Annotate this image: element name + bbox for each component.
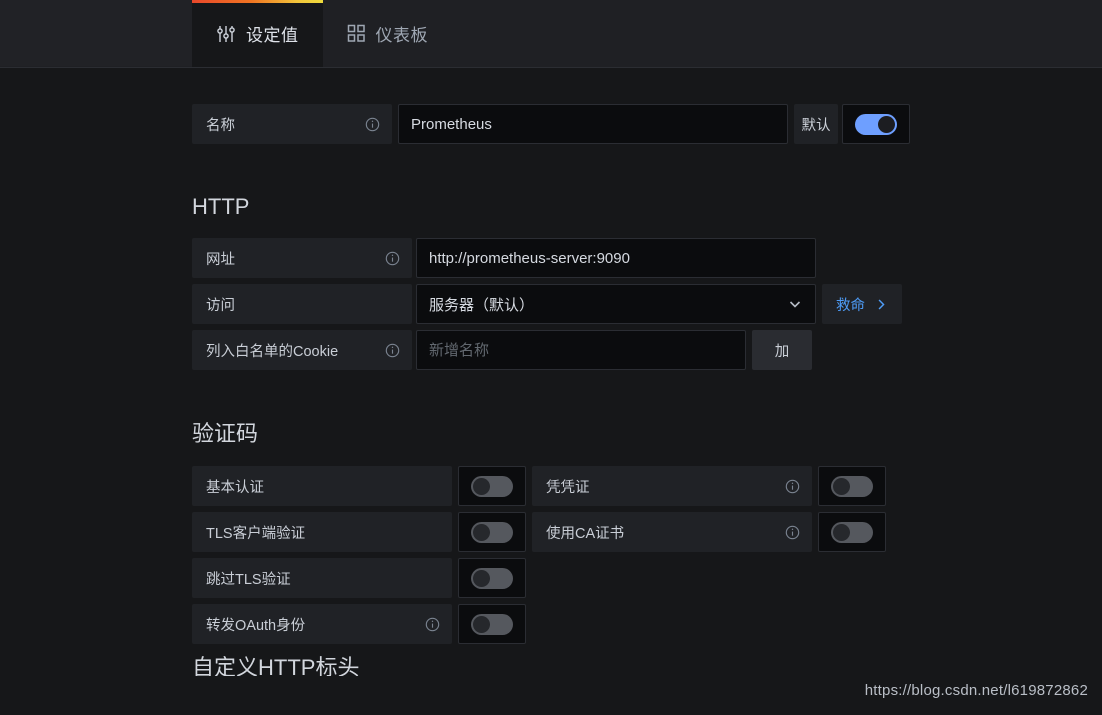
toggle-track [471,613,513,635]
access-help-link[interactable]: 救命 [822,284,902,324]
toggle-knob [473,523,490,541]
credentials-label-text: 凭凭证 [546,479,590,496]
toggle-track [855,113,897,135]
forward-oauth-label-text: 转发OAuth身份 [206,617,306,634]
name-label: 名称 [192,104,392,144]
access-label-text: 访问 [206,297,235,314]
skip-tls-verify-label-text: 跳过TLS验证 [206,571,291,588]
access-select-value: 服务器（默认） [429,296,535,314]
default-toggle[interactable] [842,104,910,144]
url-label: 网址 [192,238,412,278]
info-icon[interactable] [425,617,440,632]
with-ca-cert-toggle[interactable] [818,512,886,552]
access-row: 访问 服务器（默认） 救命 [192,284,1102,324]
toggle-track [471,521,513,543]
skip-tls-verify-label: 跳过TLS验证 [192,558,452,598]
tab-dashboards[interactable]: 仪表板 [323,0,453,67]
default-button[interactable]: 默认 [794,104,838,144]
toggle-knob [833,477,850,495]
toggle-track [831,521,873,543]
toggle-track [471,567,513,589]
tab-settings-label: 设定值 [246,26,299,45]
toggle-knob [473,615,490,633]
name-label-text: 名称 [206,117,235,134]
with-ca-cert-label: 使用CA证书 [532,512,812,552]
toggle-knob [473,569,490,587]
url-label-text: 网址 [206,251,235,268]
tls-client-auth-toggle[interactable] [458,512,526,552]
add-cookie-button[interactable]: 加 [752,330,812,370]
url-row: 网址 [192,238,1102,278]
cookie-label: 列入白名单的Cookie [192,330,412,370]
credentials-label: 凭凭证 [532,466,812,506]
info-icon[interactable] [385,343,400,358]
cookie-row: 列入白名单的Cookie 加 [192,330,1102,370]
toggle-knob [878,115,895,133]
basic-auth-toggle[interactable] [458,466,526,506]
access-label: 访问 [192,284,412,324]
tab-dashboards-label: 仪表板 [375,26,428,45]
auth-row: 跳过TLS验证 [192,558,1102,598]
info-icon[interactable] [365,117,380,132]
settings-page: 名称 默认 HTTP 网址 访 [0,68,1102,676]
toggle-track [831,475,873,497]
info-icon[interactable] [785,479,800,494]
forward-oauth-label: 转发OAuth身份 [192,604,452,644]
info-icon[interactable] [785,525,800,540]
skip-tls-verify-toggle[interactable] [458,558,526,598]
http-section-title: HTTP [192,194,250,219]
tls-client-auth-label: TLS客户端验证 [192,512,452,552]
grid-icon [347,24,366,43]
custom-headers-title: 自定义HTTP标头 [192,655,360,676]
cookie-label-text: 列入白名单的Cookie [206,343,339,360]
name-input[interactable] [398,104,788,144]
auth-section-title: 验证码 [192,421,259,446]
tab-bar: 设定值 仪表板 [0,0,1102,68]
watermark: https://blog.csdn.net/l619872862 [864,682,1088,699]
auth-row: 基本认证 凭凭证 [192,466,1102,506]
custom-headers-section: 自定义HTTP标头 [192,650,1102,676]
info-icon[interactable] [385,251,400,266]
access-select[interactable]: 服务器（默认） [416,284,816,324]
auth-row: 转发OAuth身份 [192,604,1102,644]
cookie-input[interactable] [416,330,746,370]
toggle-track [471,475,513,497]
chevron-right-icon [875,298,888,311]
chevron-down-icon [787,296,803,312]
forward-oauth-toggle[interactable] [458,604,526,644]
credentials-toggle[interactable] [818,466,886,506]
access-help-label: 救命 [836,297,865,314]
tls-client-auth-label-text: TLS客户端验证 [206,525,306,542]
name-row: 名称 默认 [192,104,1102,144]
auth-row: TLS客户端验证 使用CA证书 [192,512,1102,552]
basic-auth-label-text: 基本认证 [206,479,264,496]
basic-auth-label: 基本认证 [192,466,452,506]
toggle-knob [833,523,850,541]
tab-settings[interactable]: 设定值 [192,0,323,67]
with-ca-cert-label-text: 使用CA证书 [546,525,625,542]
sliders-icon [216,24,236,44]
url-input[interactable] [416,238,816,278]
toggle-knob [473,477,490,495]
